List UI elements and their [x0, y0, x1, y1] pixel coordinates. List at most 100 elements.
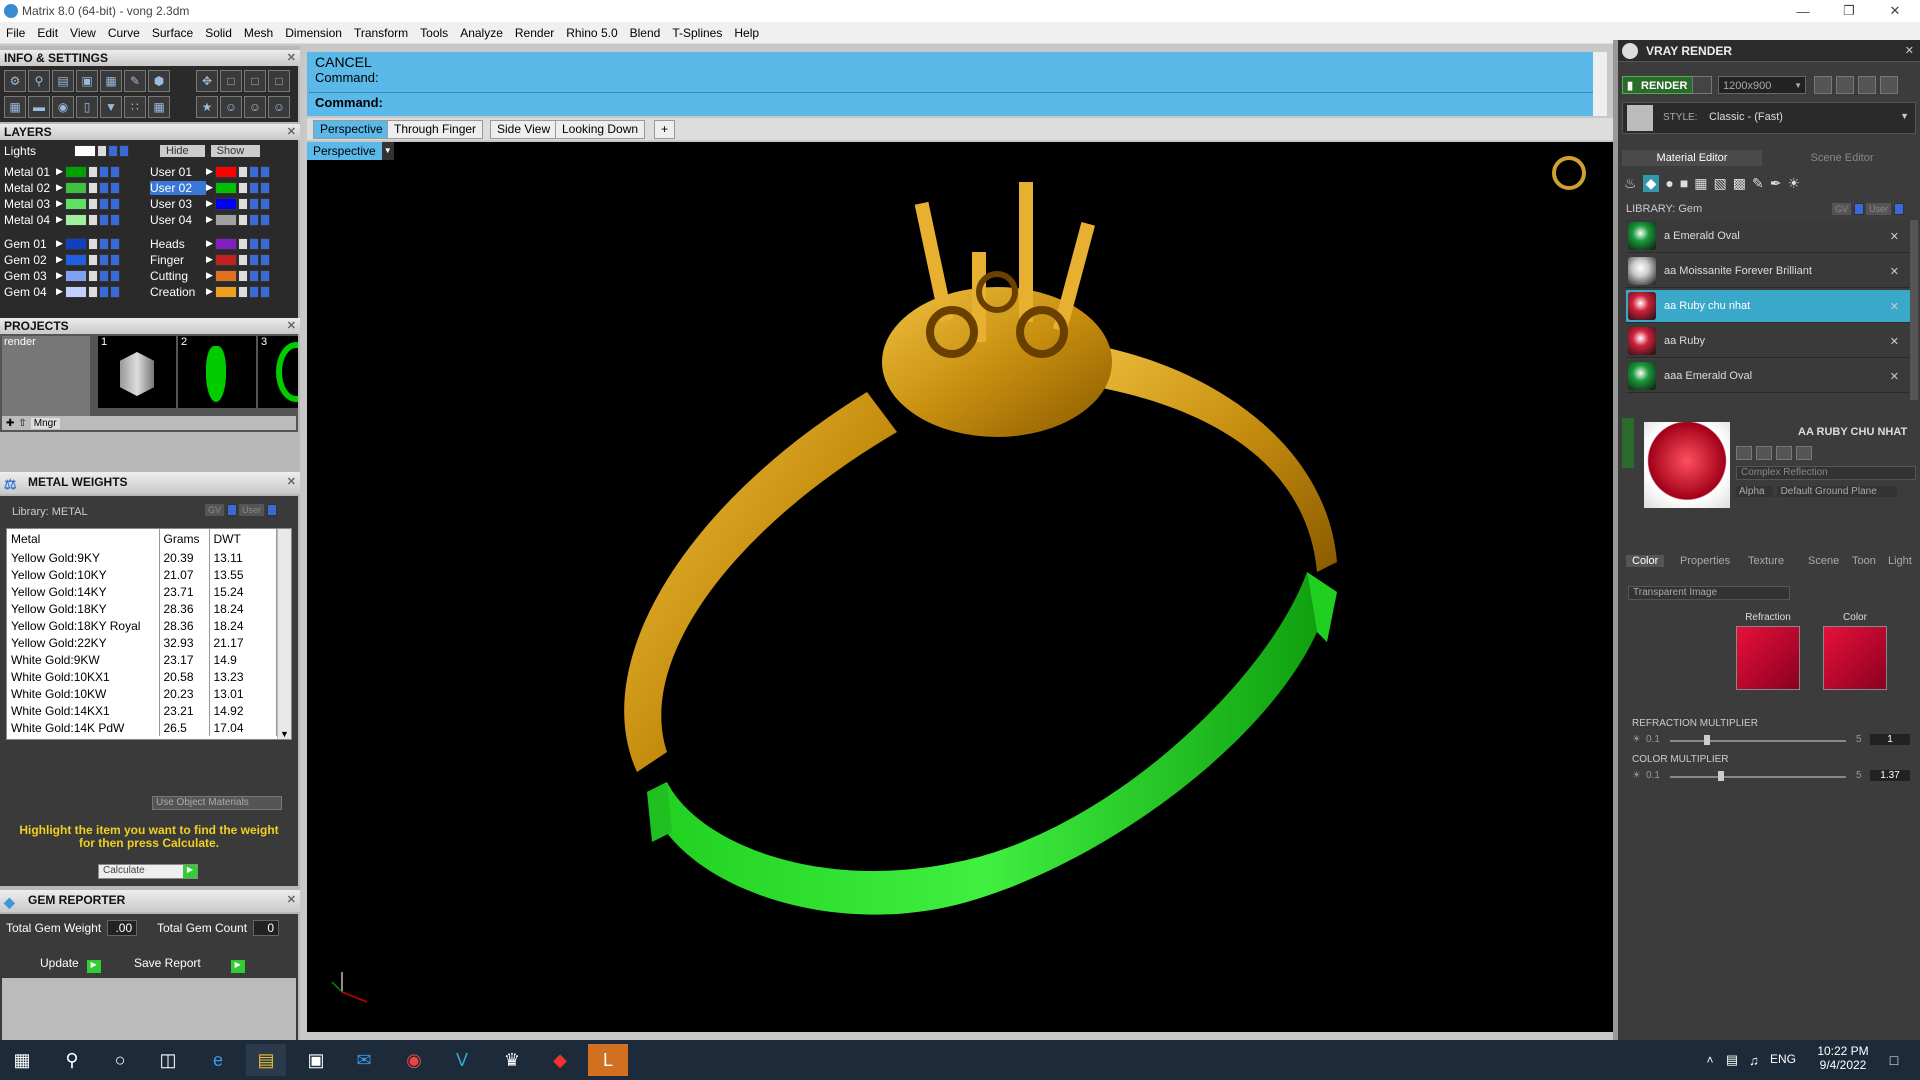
transform-icon[interactable]: ✥ [196, 70, 218, 92]
close-icon[interactable]: ✕ [1905, 44, 1914, 57]
layer-color[interactable] [214, 197, 237, 210]
layer-color[interactable] [64, 253, 87, 266]
project-thumb[interactable]: 3 [258, 336, 298, 408]
box-icon[interactable]: ▣ [76, 70, 98, 92]
expand-icon[interactable]: ▶ [206, 286, 213, 297]
visibility-toggle[interactable] [248, 253, 259, 266]
zoom-icon[interactable]: ⚲ [28, 70, 50, 92]
expand-icon[interactable]: ▶ [206, 214, 213, 225]
layer-color[interactable] [64, 269, 87, 282]
calculate-button[interactable]: Calculate ▶ [98, 864, 198, 879]
paste-icon[interactable] [1756, 446, 1772, 460]
menu-curve[interactable]: Curve [102, 26, 146, 40]
close-button[interactable]: ✕ [1872, 0, 1918, 22]
mngr-button[interactable]: Mngr [30, 417, 60, 429]
lock-toggle[interactable] [237, 237, 248, 250]
edge-icon[interactable]: e [198, 1044, 238, 1076]
clock[interactable]: 10:22 PM 9/4/2022 [1808, 1044, 1878, 1072]
pattern-icon[interactable]: ▩ [1733, 175, 1746, 192]
render-toggle[interactable] [109, 181, 120, 194]
visibility-toggle[interactable] [98, 237, 109, 250]
filter-icon[interactable]: ▼ [100, 96, 122, 118]
frame3-icon[interactable]: □ [268, 70, 290, 92]
render-toggle[interactable] [109, 285, 120, 298]
column-header[interactable]: Metal [7, 529, 160, 549]
menu-dimension[interactable]: Dimension [279, 26, 348, 40]
visibility-toggle[interactable] [98, 165, 109, 178]
copy-icon[interactable] [1736, 446, 1752, 460]
column-header[interactable]: Grams [159, 529, 210, 549]
table-row[interactable]: White Gold:14KX1 23.21 14.92 [7, 702, 277, 719]
cylinder-icon[interactable]: ▯ [76, 96, 98, 118]
transparent-image-select[interactable]: Transparent Image [1628, 586, 1790, 600]
pick-icon[interactable] [1796, 446, 1812, 460]
slider-thumb[interactable] [1704, 735, 1710, 745]
expand-icon[interactable]: ▶ [56, 270, 63, 281]
refraction-multiplier-slider[interactable]: ☀ 0.1 5 1 [1632, 734, 1912, 748]
tab-through-finger[interactable]: Through Finger [387, 120, 484, 139]
layer-color[interactable] [64, 213, 87, 226]
lock-toggle[interactable] [87, 237, 98, 250]
table-row[interactable]: Yellow Gold:10KY 21.07 13.55 [7, 566, 277, 583]
lock-toggle[interactable] [87, 253, 98, 266]
grid-icon[interactable]: ▦ [4, 96, 26, 118]
layer-row[interactable]: Metal 03 ▶ [4, 196, 120, 211]
library-item[interactable]: aa Moissanite Forever Brilliant ✕ [1626, 255, 1911, 288]
close-icon[interactable]: ✕ [287, 472, 296, 492]
visibility-toggle[interactable] [98, 253, 109, 266]
settings-icon[interactable]: ⚙ [4, 70, 26, 92]
tab-perspective[interactable]: Perspective [313, 120, 390, 139]
project-list[interactable]: render [2, 336, 90, 416]
menu-surface[interactable]: Surface [146, 26, 199, 40]
show-button[interactable]: Show [210, 144, 261, 157]
restore-button[interactable]: ❐ [1826, 0, 1872, 22]
expand-icon[interactable]: ▶ [56, 286, 63, 297]
layer-row[interactable]: Metal 02 ▶ [4, 180, 120, 195]
menu-view[interactable]: View [64, 26, 102, 40]
expand-icon[interactable]: ▶ [206, 238, 213, 249]
layer-color[interactable] [64, 197, 87, 210]
add-icon[interactable]: ✚ [6, 418, 14, 429]
close-icon[interactable]: ✕ [287, 890, 296, 910]
shape-icon[interactable]: ⬢ [148, 70, 170, 92]
render-toggle[interactable] [119, 144, 129, 157]
table-row[interactable]: Yellow Gold:9KY 20.39 13.11 [7, 549, 277, 566]
square-icon[interactable]: ■ [1680, 175, 1688, 191]
gv-toggle[interactable]: GV [205, 504, 225, 516]
layer-color[interactable] [64, 237, 87, 250]
chrome-icon[interactable]: ◉ [394, 1044, 434, 1076]
update-button[interactable]: Update ▶ [40, 956, 101, 973]
lock-toggle[interactable] [237, 269, 248, 282]
tab-light[interactable]: Light [1888, 555, 1912, 567]
layer-color[interactable] [214, 165, 237, 178]
vray-app-icon[interactable]: V [442, 1044, 482, 1076]
windows-start-icon[interactable]: ▦ [2, 1044, 42, 1076]
menu-file[interactable]: File [0, 26, 31, 40]
sphere-icon[interactable]: ● [1665, 175, 1673, 191]
table-row[interactable]: White Gold:9KW 23.17 14.9 [7, 651, 277, 668]
points-icon[interactable]: ∷ [124, 96, 146, 118]
tab-side-view[interactable]: Side View [490, 120, 558, 139]
layer-row[interactable]: User 01 ▶ [150, 164, 270, 179]
color-multiplier-slider[interactable]: ☀ 0.1 5 1.37 [1632, 770, 1912, 784]
user-check[interactable] [1894, 203, 1905, 215]
ring-view-icon[interactable] [1552, 156, 1586, 190]
visibility-toggle[interactable] [248, 269, 259, 282]
layer-color[interactable] [214, 237, 237, 250]
frame2-icon[interactable]: □ [244, 70, 266, 92]
layer-color[interactable] [214, 213, 237, 226]
rewind-icon[interactable] [1814, 76, 1832, 94]
person3-icon[interactable]: ☺ [268, 96, 290, 118]
layer-row[interactable]: Gem 02 ▶ [4, 252, 120, 267]
language-indicator[interactable]: ENG [1770, 1052, 1796, 1066]
command-input[interactable]: Command: [309, 92, 1593, 112]
rhino-icon[interactable]: ♛ [492, 1044, 532, 1076]
app-icon[interactable]: ◆ [540, 1044, 580, 1076]
pen-icon[interactable]: ✎ [124, 70, 146, 92]
3d-viewport[interactable]: Perspective ▼ [307, 142, 1613, 1032]
render-button[interactable]: ▮ RENDER [1622, 76, 1695, 94]
remove-icon[interactable]: ✕ [1890, 265, 1899, 278]
up-icon[interactable]: ⇧ [18, 418, 26, 429]
bulb-icon[interactable]: ☀ [1787, 175, 1800, 192]
calc-icon[interactable]: ▦ [148, 96, 170, 118]
